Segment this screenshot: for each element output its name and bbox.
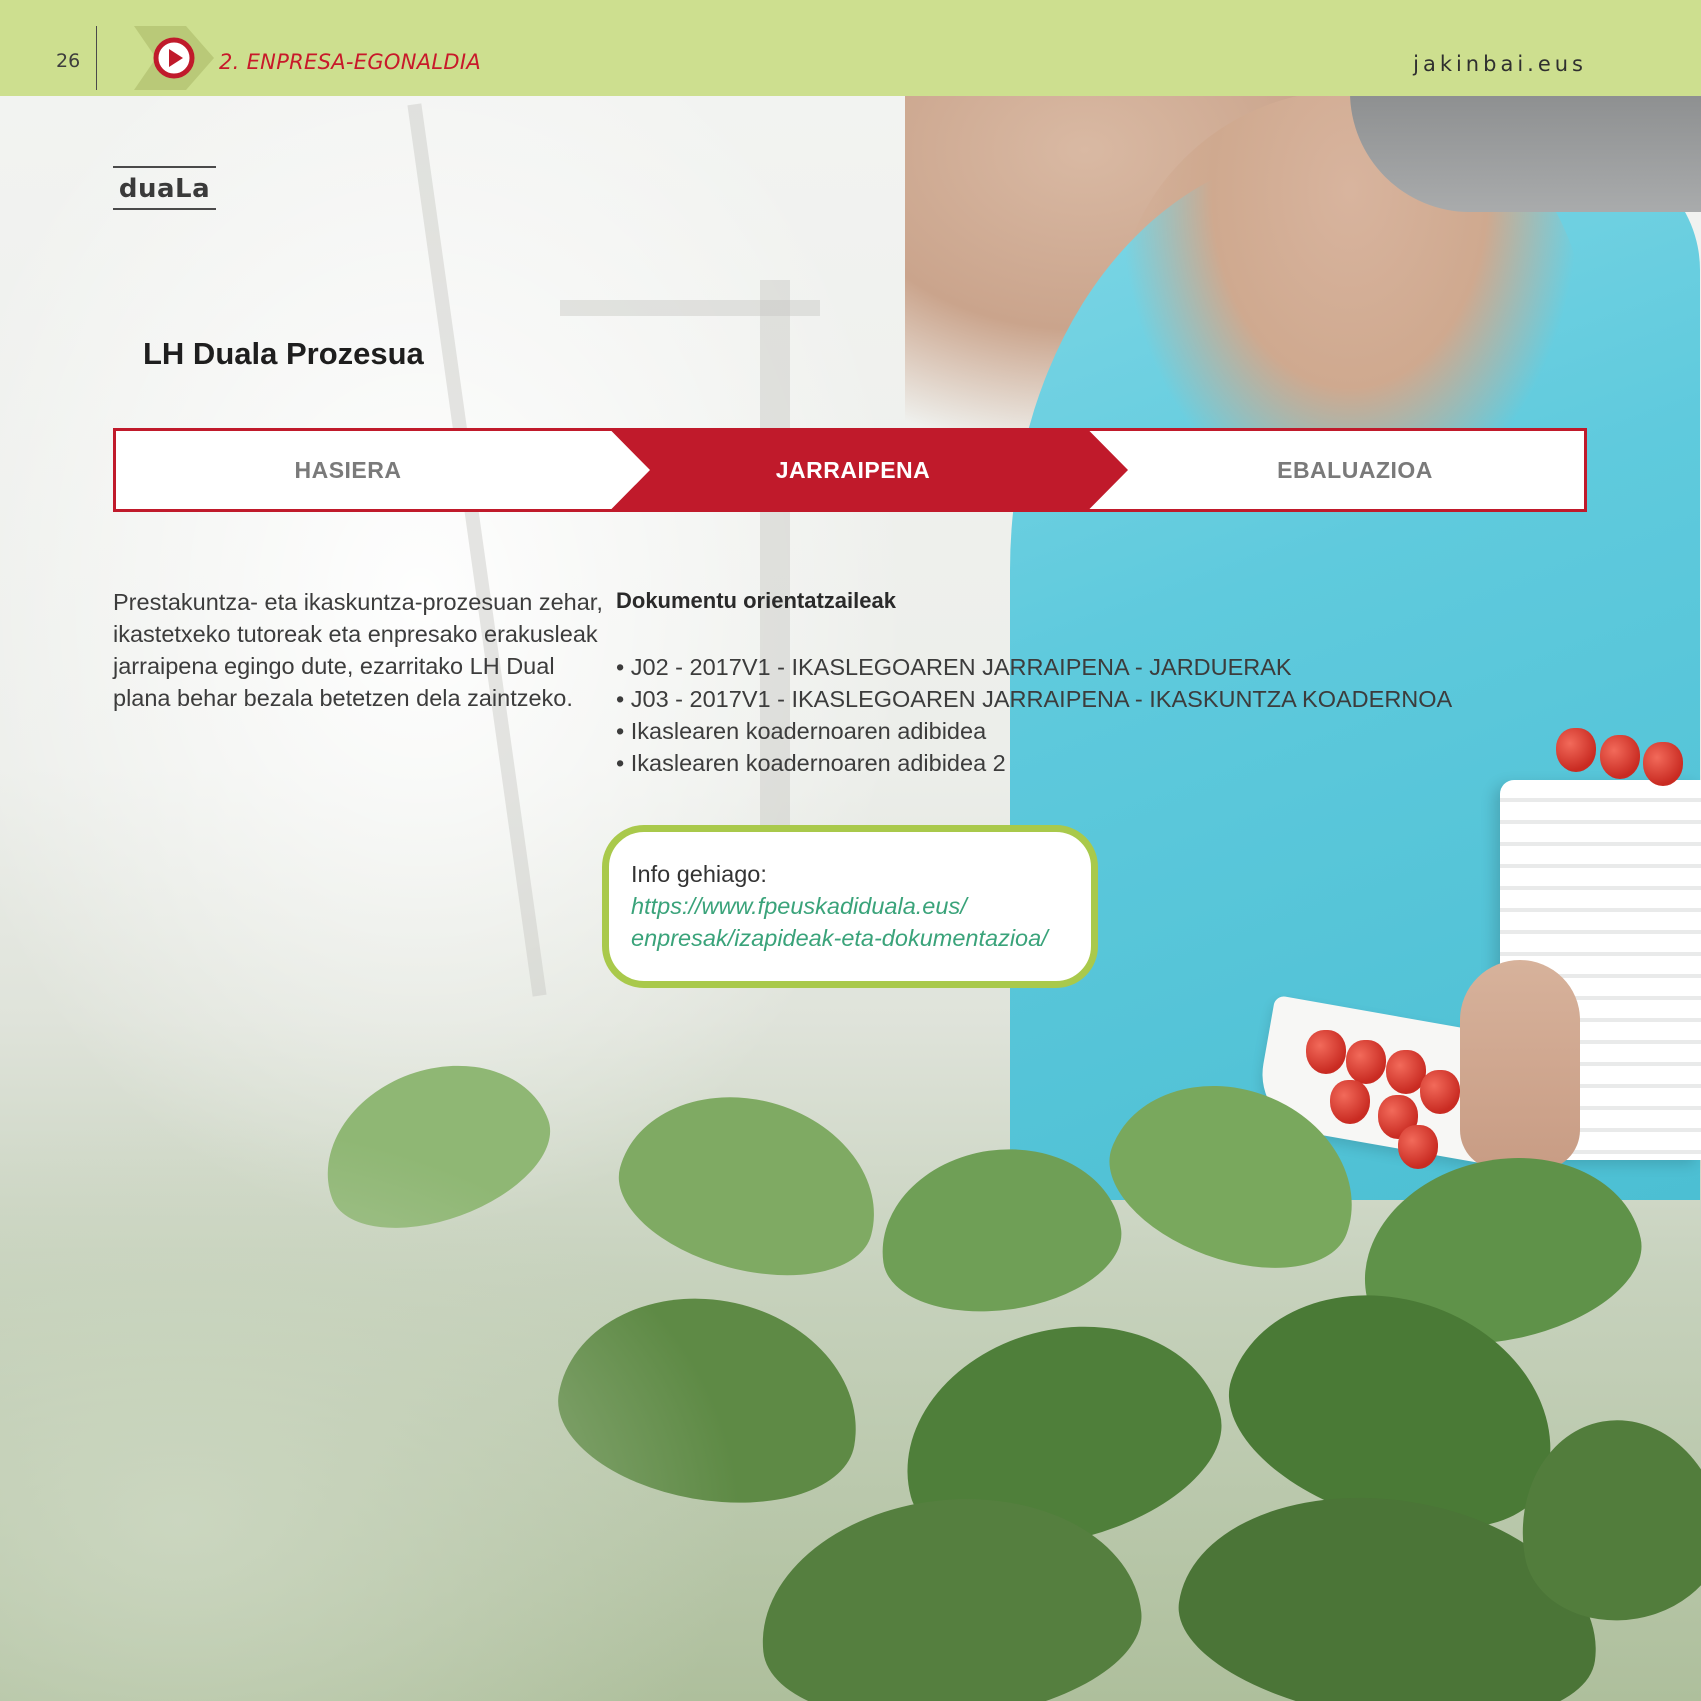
document-link-example-2[interactable]: Ikaslearen koadernoaren adibidea 2 — [616, 747, 1452, 779]
step-jarraipena[interactable]: JARRAIPENA — [643, 428, 1063, 512]
document-link-j02[interactable]: J02 - 2017V1 - IKASLEGOAREN JARRAIPENA -… — [616, 651, 1452, 683]
info-link-line-1[interactable]: https://www.fpeuskadiduala.eus/ — [631, 890, 1091, 922]
intro-paragraph: Prestakuntza- eta ikaskuntza-prozesuan z… — [113, 589, 603, 711]
documents-title: Dokumentu orientatzaileak — [616, 588, 896, 613]
info-link-line-2[interactable]: enpresak/izapideak-eta-dokumentazioa/ — [631, 922, 1091, 954]
header-divider — [96, 26, 97, 90]
site-url[interactable]: jakinbai.eus — [1413, 52, 1587, 76]
document-link-example[interactable]: Ikaslearen koadernoaren adibidea — [616, 715, 1452, 747]
section-title: 2. ENPRESA-EGONALDIA — [219, 50, 482, 74]
page-number: 26 — [56, 50, 81, 72]
info-label: Info gehiago: — [631, 861, 767, 887]
info-box: Info gehiago: https://www.fpeuskadiduala… — [602, 825, 1098, 988]
process-steps: HASIERA JARRAIPENA EBALUAZIOA — [113, 428, 1587, 512]
documents-list: J02 - 2017V1 - IKASLEGOAREN JARRAIPENA -… — [616, 651, 1452, 779]
step-hasiera[interactable]: HASIERA — [113, 428, 583, 512]
document-link-j03[interactable]: J03 - 2017V1 - IKASLEGOAREN JARRAIPENA -… — [616, 683, 1452, 715]
play-circle-icon — [134, 26, 214, 90]
step-ebaluazioa[interactable]: EBALUAZIOA — [1123, 428, 1587, 512]
page-title: LH Duala Prozesua — [143, 336, 424, 371]
header-bar: 26 2. ENPRESA-EGONALDIA jakinbai.eus — [0, 0, 1701, 96]
duala-logo: duaLa — [113, 166, 216, 210]
